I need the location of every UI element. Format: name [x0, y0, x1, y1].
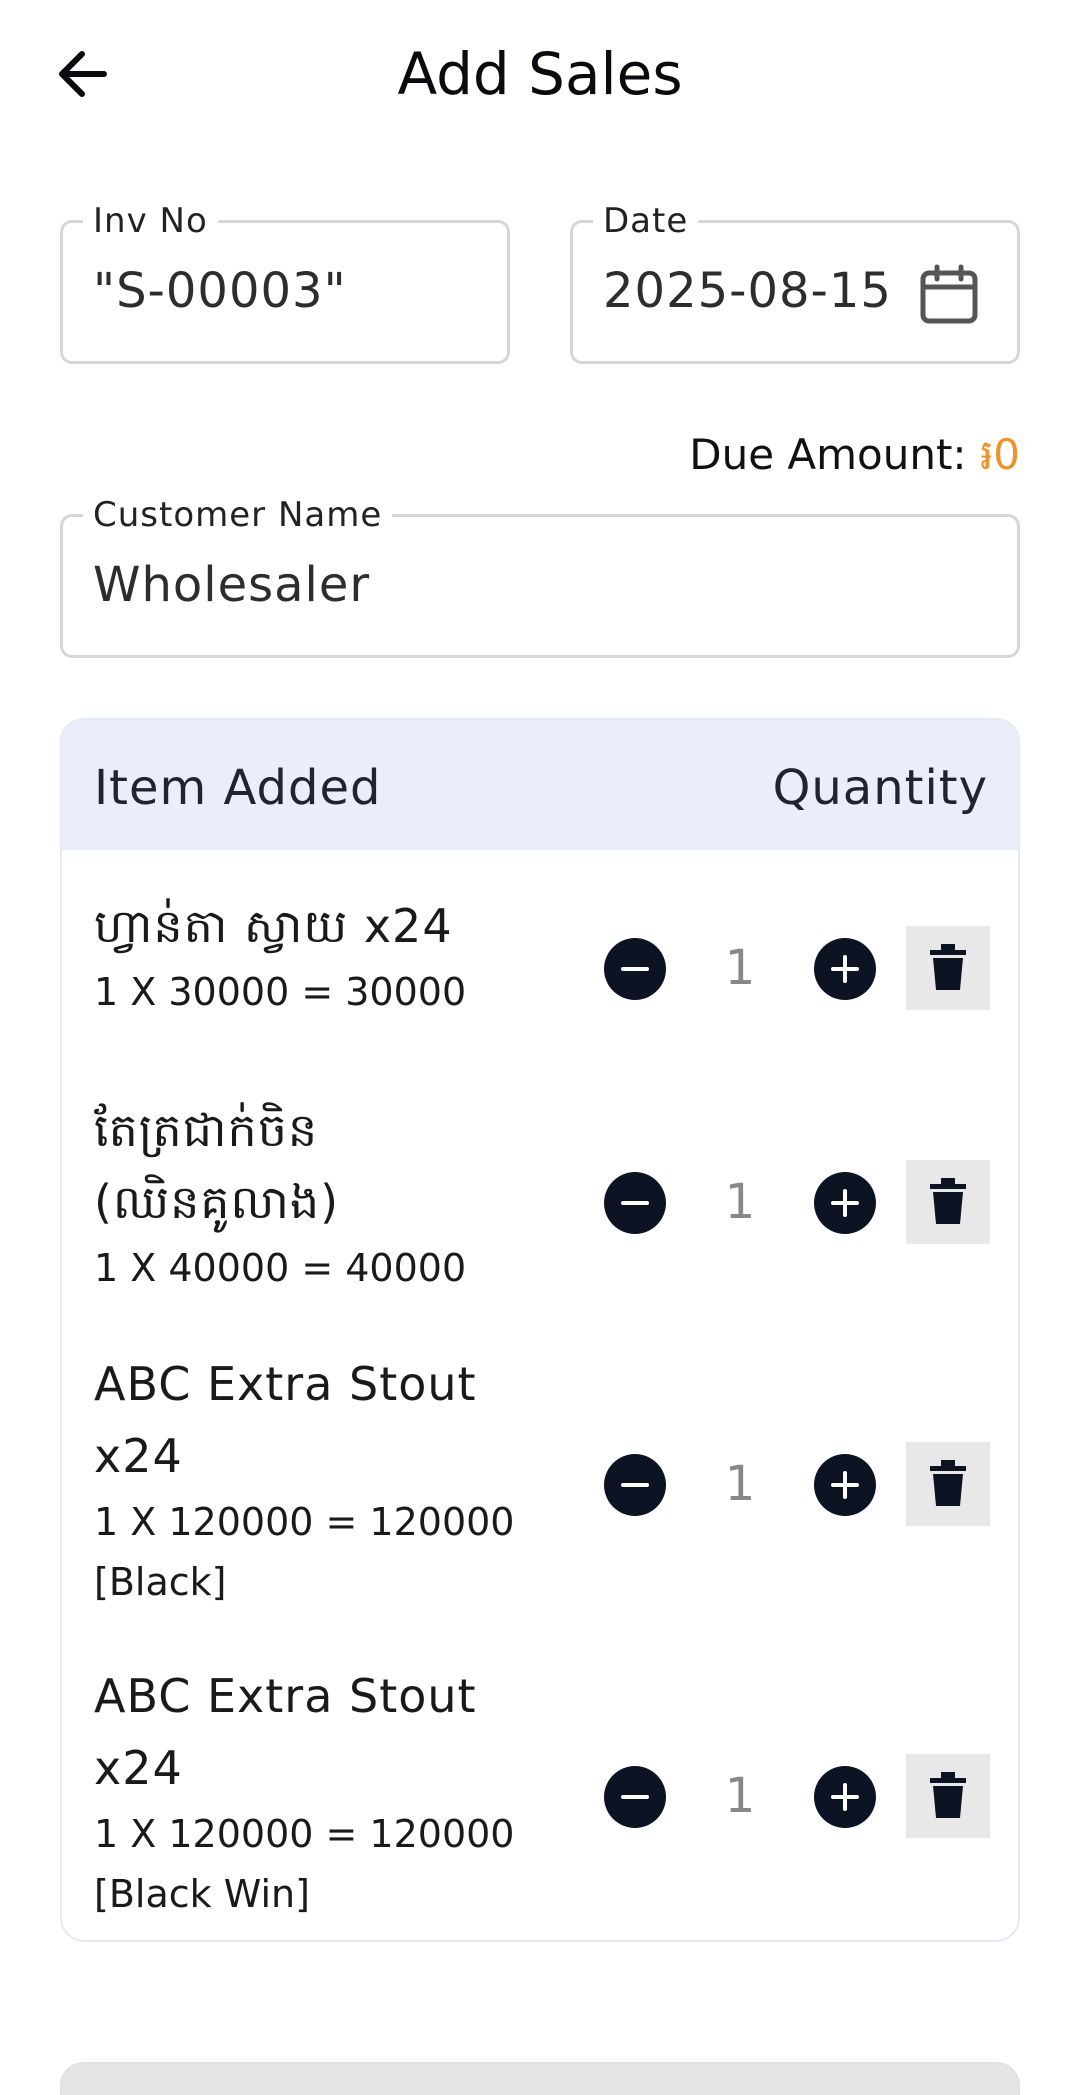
quantity-value: 1 [724, 940, 756, 996]
decrease-quantity-button[interactable] [604, 938, 666, 1000]
plus-icon [831, 1471, 859, 1499]
item-text: ABC Extra Stout x24 1 X 120000 = 120000 … [94, 1660, 534, 1924]
customer-name-label: Customer Name [83, 495, 393, 535]
delete-item-button[interactable] [906, 1160, 990, 1244]
quantity-value: 1 [724, 1456, 756, 1512]
minus-icon [621, 1201, 649, 1205]
item-calculation: 1 X 120000 = 120000 [94, 1500, 515, 1544]
item-calculation: 1 X 120000 = 120000 [94, 1812, 515, 1856]
items-table-header: Item Added Quantity [62, 720, 1018, 850]
item-variant: [Black] [94, 1560, 227, 1604]
quantity-stepper: 1 [604, 1160, 1018, 1244]
minus-icon [621, 967, 649, 971]
minus-icon [621, 1483, 649, 1487]
column-header-quantity: Quantity [772, 760, 988, 816]
increase-quantity-button[interactable] [814, 1172, 876, 1234]
date-value: 2025-08-15 [603, 263, 892, 319]
app-header: Add Sales [0, 0, 1080, 150]
item-variant: [Black Win] [94, 1872, 310, 1916]
calendar-icon[interactable] [917, 263, 981, 327]
due-amount-label: Due Amount: [689, 430, 980, 479]
decrease-quantity-button[interactable] [604, 1172, 666, 1234]
invoice-number-value: "S-00003" [93, 263, 347, 319]
trash-icon [930, 1772, 966, 1818]
item-name: តែត្រជាក់ចិន (ឈិនគូលាង) [94, 1103, 340, 1229]
item-name: ហ្វាន់តា ស្វាយ x24 [94, 899, 453, 953]
delete-item-button[interactable] [906, 926, 990, 1010]
customer-name-value: Wholesaler [93, 557, 371, 613]
quantity-value: 1 [724, 1174, 756, 1230]
trash-icon [930, 1178, 966, 1224]
plus-icon [831, 1189, 859, 1217]
column-header-item: Item Added [94, 760, 382, 816]
delete-item-button[interactable] [906, 1442, 990, 1526]
decrease-quantity-button[interactable] [604, 1766, 666, 1828]
plus-icon [831, 1783, 859, 1811]
item-text: ហ្វាន់តា ស្វាយ x24 1 X 30000 = 30000 [94, 890, 534, 1022]
quantity-stepper: 1 [604, 1754, 1018, 1838]
item-row: ABC Extra Stout x24 1 X 120000 = 120000 … [62, 1348, 1018, 1648]
items-table: Item Added Quantity ហ្វាន់តា ស្វាយ x24 1… [60, 718, 1020, 1942]
item-name: ABC Extra Stout x24 [94, 1669, 477, 1795]
trash-icon [930, 1460, 966, 1506]
page-title: Add Sales [397, 40, 683, 108]
increase-quantity-button[interactable] [814, 1766, 876, 1828]
trash-icon [930, 944, 966, 990]
decrease-quantity-button[interactable] [604, 1454, 666, 1516]
customer-name-field[interactable]: Customer Name Wholesaler [60, 495, 1020, 658]
invoice-number-label: Inv No [83, 201, 218, 241]
increase-quantity-button[interactable] [814, 938, 876, 1000]
item-calculation: 1 X 40000 = 40000 [94, 1246, 467, 1290]
due-amount-row: Due Amount: ៛0 [689, 428, 1020, 490]
date-label: Date [593, 201, 699, 241]
minus-icon [621, 1795, 649, 1799]
quantity-stepper: 1 [604, 926, 1018, 1010]
item-text: តែត្រជាក់ចិន (ឈិនគូលាង) 1 X 40000 = 4000… [94, 1094, 534, 1298]
invoice-number-field[interactable]: Inv No "S-00003" [60, 201, 510, 364]
item-row: ABC Extra Stout x24 1 X 120000 = 120000 … [62, 1660, 1018, 1940]
increase-quantity-button[interactable] [814, 1454, 876, 1516]
quantity-stepper: 1 [604, 1442, 1018, 1526]
date-field[interactable]: Date 2025-08-15 [570, 201, 1020, 364]
quantity-value: 1 [724, 1768, 756, 1824]
item-text: ABC Extra Stout x24 1 X 120000 = 120000 … [94, 1348, 534, 1612]
plus-icon [831, 955, 859, 983]
item-row: តែត្រជាក់ចិន (ឈិនគូលាង) 1 X 40000 = 4000… [62, 1094, 1018, 1344]
delete-item-button[interactable] [906, 1754, 990, 1838]
bottom-action-bar[interactable] [60, 2062, 1020, 2095]
item-calculation: 1 X 30000 = 30000 [94, 970, 467, 1014]
item-row: ហ្វាន់តា ស្វាយ x24 1 X 30000 = 30000 1 [62, 890, 1018, 1070]
due-amount-value: ៛0 [979, 430, 1020, 479]
item-name: ABC Extra Stout x24 [94, 1357, 477, 1483]
